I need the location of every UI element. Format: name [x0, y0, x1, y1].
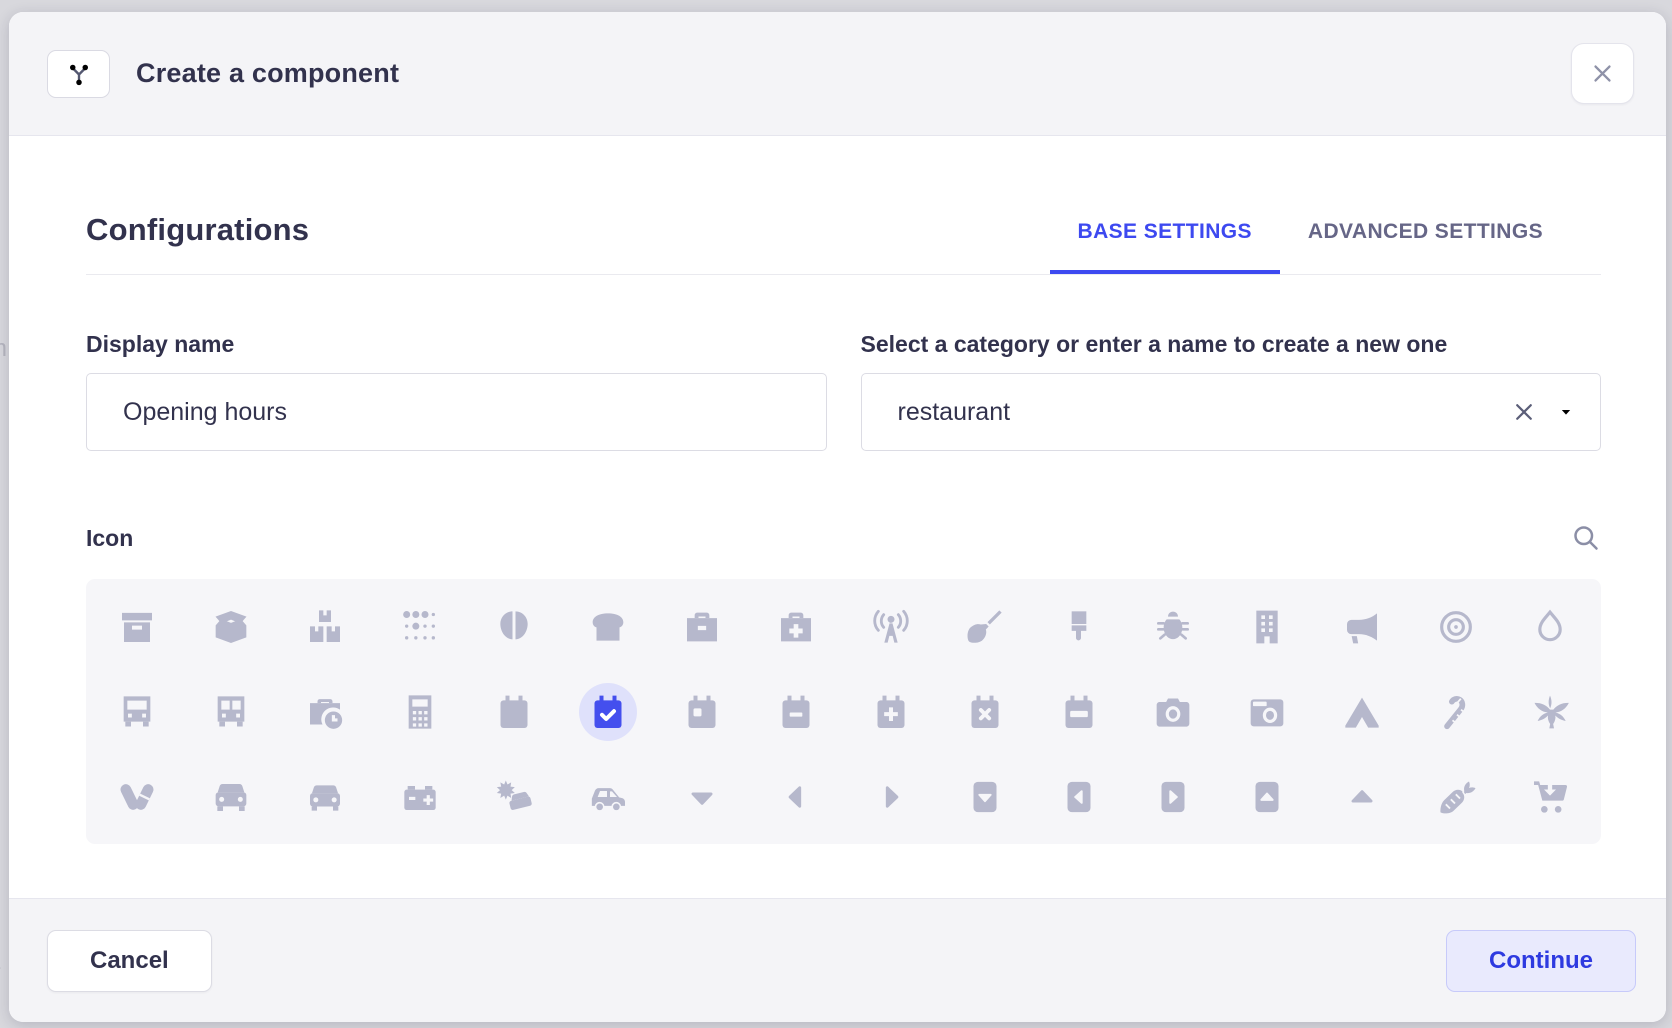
modal-header: Create a component [9, 12, 1666, 136]
section-heading: Configurations [86, 212, 309, 248]
candy-cane-icon[interactable] [1409, 669, 1503, 754]
carrot-icon[interactable] [1409, 754, 1503, 839]
car-crash-icon[interactable] [467, 754, 561, 839]
caret-square-down-icon[interactable] [938, 754, 1032, 839]
car-icon[interactable] [184, 754, 278, 839]
car-battery-icon[interactable] [373, 754, 467, 839]
clear-icon[interactable] [1510, 398, 1538, 426]
bus-alt-icon[interactable] [184, 669, 278, 754]
modal-body: Configurations BASE SETTINGS ADVANCED SE… [9, 136, 1666, 898]
search-icon[interactable] [1571, 523, 1601, 553]
dropdown-caret-icon[interactable] [1556, 402, 1576, 422]
settings-tabs: BASE SETTINGS ADVANCED SETTINGS [1050, 220, 1601, 274]
caret-up-icon[interactable] [1314, 754, 1408, 839]
bullseye-icon[interactable] [1409, 584, 1503, 669]
component-icon [47, 50, 110, 98]
boxes-stacked-icon[interactable] [278, 584, 372, 669]
calendar-plus-icon[interactable] [844, 669, 938, 754]
modal-title: Create a component [136, 58, 399, 89]
tab-advanced-settings[interactable]: ADVANCED SETTINGS [1280, 220, 1571, 274]
icon-label: Icon [86, 525, 133, 552]
broom-icon[interactable] [938, 584, 1032, 669]
calendar-minus-icon[interactable] [749, 669, 843, 754]
modal-footer: Cancel Continue [9, 898, 1666, 1022]
category-input[interactable] [862, 374, 1601, 450]
brain-icon[interactable] [467, 584, 561, 669]
caret-square-right-icon[interactable] [1126, 754, 1220, 839]
car-alt-icon[interactable] [278, 754, 372, 839]
category-label: Select a category or enter a name to cre… [861, 331, 1602, 358]
cart-arrow-down-icon[interactable] [1503, 754, 1597, 839]
briefcase-medical-icon[interactable] [749, 584, 843, 669]
bread-slice-icon[interactable] [561, 584, 655, 669]
brush-icon[interactable] [1032, 584, 1126, 669]
bullhorn-icon[interactable] [1314, 584, 1408, 669]
car-side-icon[interactable] [561, 754, 655, 839]
bus-icon[interactable] [90, 669, 184, 754]
tab-base-settings[interactable]: BASE SETTINGS [1050, 220, 1280, 274]
caret-square-left-icon[interactable] [1032, 754, 1126, 839]
box-open-icon[interactable] [184, 584, 278, 669]
close-button[interactable] [1571, 43, 1634, 104]
caret-down-icon[interactable] [655, 754, 749, 839]
close-icon [1589, 60, 1616, 87]
capsules-icon[interactable] [90, 754, 184, 839]
building-icon[interactable] [1220, 584, 1314, 669]
camera-retro-icon[interactable] [1220, 669, 1314, 754]
create-component-modal: Create a component Configurations BASE S… [9, 12, 1666, 1022]
display-name-input[interactable] [86, 373, 827, 451]
cannabis-icon[interactable] [1503, 669, 1597, 754]
cancel-button[interactable]: Cancel [47, 930, 212, 992]
burn-icon[interactable] [1503, 584, 1597, 669]
form-fields: Display name Select a category or enter … [86, 331, 1601, 451]
briefcase-icon[interactable] [655, 584, 749, 669]
bug-icon[interactable] [1126, 584, 1220, 669]
calendar-icon[interactable] [467, 669, 561, 754]
box-archive-icon[interactable] [90, 584, 184, 669]
calendar-times-icon[interactable] [938, 669, 1032, 754]
background-page-edge: emreytea [0, 0, 9, 1028]
camera-icon[interactable] [1126, 669, 1220, 754]
display-name-label: Display name [86, 331, 827, 358]
icon-grid [86, 579, 1601, 844]
continue-button[interactable]: Continue [1446, 930, 1636, 992]
icon-section-header: Icon [86, 523, 1601, 553]
calendar-check-icon[interactable] [561, 669, 655, 754]
braille-icon[interactable] [373, 584, 467, 669]
caret-square-up-icon[interactable] [1220, 754, 1314, 839]
broadcast-tower-icon[interactable] [844, 584, 938, 669]
caret-left-icon[interactable] [749, 754, 843, 839]
campground-icon[interactable] [1314, 669, 1408, 754]
business-time-icon[interactable] [278, 669, 372, 754]
category-select[interactable] [861, 373, 1602, 451]
calendar-week-icon[interactable] [1032, 669, 1126, 754]
calculator-icon[interactable] [373, 669, 467, 754]
caret-right-icon[interactable] [844, 754, 938, 839]
calendar-day-icon[interactable] [655, 669, 749, 754]
section-header: Configurations BASE SETTINGS ADVANCED SE… [86, 212, 1601, 275]
